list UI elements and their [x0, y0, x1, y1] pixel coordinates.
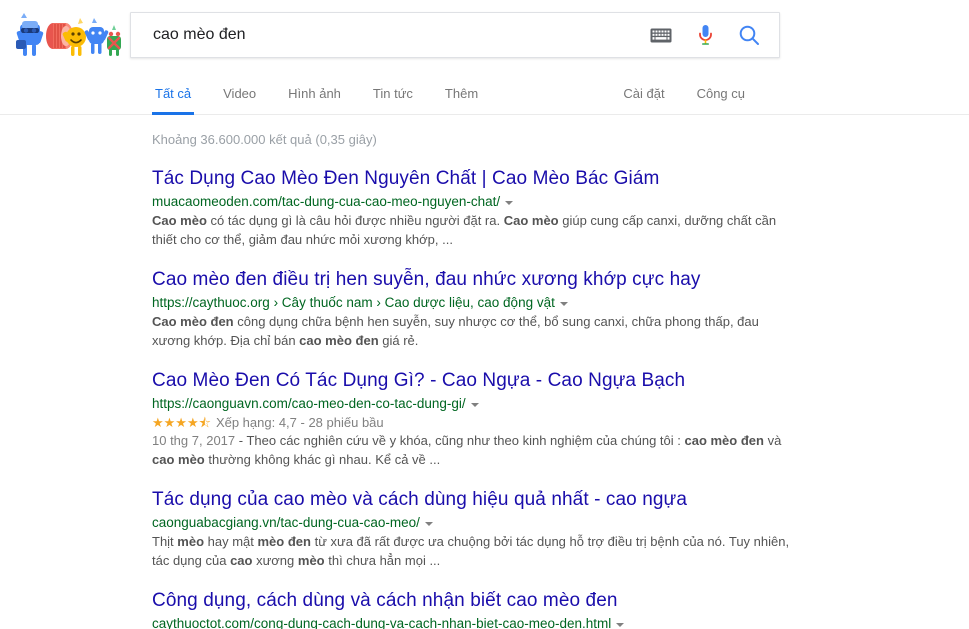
keyboard-glyph [650, 28, 672, 42]
microphone-icon[interactable] [693, 23, 717, 47]
search-nav: Tất cả Video Hình ảnh Tin tức Thêm Cài đ… [0, 78, 969, 115]
results-list: Tác Dụng Cao Mèo Đen Nguyên Chất | Cao M… [152, 167, 792, 629]
search-nav-tabs: Tất cả Video Hình ảnh Tin tức Thêm [139, 78, 494, 115]
chevron-down-icon[interactable] [470, 403, 479, 407]
search-result: Tác Dụng Cao Mèo Đen Nguyên Chất | Cao M… [152, 167, 792, 249]
magnifier-glyph [739, 25, 759, 45]
search-header: Tất cả Video Hình ảnh Tin tức Thêm Cài đ… [0, 0, 969, 115]
doodle-illustration [16, 13, 121, 56]
microphone-glyph [698, 25, 712, 45]
result-url: caonguabacgiang.vn/tac-dung-cua-cao-meo/ [152, 515, 420, 530]
google-doodle-logo[interactable] [8, 10, 126, 64]
tab-news[interactable]: Tin tức [357, 78, 429, 114]
tab-all[interactable]: Tất cả [139, 78, 207, 115]
result-snippet: Thịt mèo hay mật mèo đen từ xưa đã rất đ… [152, 534, 790, 568]
result-url: muacaomeoden.com/tac-dung-cua-cao-meo-ng… [152, 194, 501, 209]
tab-more-label: Thêm [444, 86, 479, 101]
result-title-link[interactable]: Cao Mèo Đen Có Tác Dụng Gì? - Cao Ngựa -… [152, 369, 792, 393]
result-url-line: muacaomeoden.com/tac-dung-cua-cao-meo-ng… [152, 193, 792, 211]
star-rating-icon: ★★★★⯪ [152, 415, 211, 430]
rating-text: Xếp hạng: 4,7 - 28 phiếu bầu [215, 415, 384, 430]
result-url: caythuoctot.com/cong-dung-cach-dung-va-c… [152, 616, 612, 629]
chevron-down-icon[interactable] [424, 522, 433, 526]
search-result: Cao mèo đen điều trị hen suyễn, đau nhức… [152, 268, 792, 350]
result-title-link[interactable]: Công dụng, cách dùng và cách nhận biết c… [152, 589, 792, 613]
search-input[interactable] [131, 15, 649, 55]
tab-video-label: Video [223, 86, 257, 101]
result-title-link[interactable]: Tác dụng của cao mèo và cách dùng hiệu q… [152, 488, 792, 512]
tab-images-label: Hình ảnh [288, 86, 341, 101]
search-nav-right: Cài đặt Công cụ [607, 78, 761, 114]
tools-label: Công cụ [696, 86, 745, 101]
tab-images[interactable]: Hình ảnh [272, 78, 357, 114]
search-result: Công dụng, cách dùng và cách nhận biết c… [152, 589, 792, 629]
search-box[interactable] [130, 12, 780, 58]
results-region: Khoảng 36.600.000 kết quả (0,35 giây) Tá… [0, 115, 969, 629]
tab-all-label: Tất cả [155, 86, 192, 101]
tab-news-label: Tin tức [372, 86, 413, 101]
result-title-link[interactable]: Tác Dụng Cao Mèo Đen Nguyên Chất | Cao M… [152, 167, 792, 191]
result-snippet: Cao mèo đen công dụng chữa bệnh hen suyễ… [152, 314, 759, 348]
search-result: Cao Mèo Đen Có Tác Dụng Gì? - Cao Ngựa -… [152, 369, 792, 469]
settings-label: Cài đặt [623, 86, 665, 101]
result-url: https://caonguavn.com/cao-meo-den-co-tac… [152, 396, 466, 411]
result-url-line: https://caythuoc.org › Cây thuốc nam › C… [152, 294, 792, 312]
result-url-line: https://caonguavn.com/cao-meo-den-co-tac… [152, 395, 792, 413]
result-stats: Khoảng 36.600.000 kết quả (0,35 giây) [152, 132, 377, 147]
keyboard-icon[interactable] [649, 23, 673, 47]
result-rating: ★★★★⯪ Xếp hạng: 4,7 - 28 phiếu bầu [152, 414, 792, 432]
result-url-line: caonguabacgiang.vn/tac-dung-cua-cao-meo/ [152, 514, 792, 532]
chevron-down-icon[interactable] [559, 302, 568, 306]
chevron-down-icon[interactable] [616, 623, 625, 627]
result-snippet: 10 thg 7, 2017 - Theo các nghiên cứu về … [152, 433, 782, 467]
tab-more[interactable]: Thêm [429, 78, 494, 114]
result-title-link[interactable]: Cao mèo đen điều trị hen suyễn, đau nhức… [152, 268, 792, 292]
search-icon[interactable] [737, 23, 761, 47]
google-search-results-page: Tất cả Video Hình ảnh Tin tức Thêm Cài đ… [0, 0, 969, 629]
search-box-actions [649, 23, 779, 47]
chevron-down-icon[interactable] [505, 201, 514, 205]
tab-video[interactable]: Video [207, 78, 272, 114]
search-result: Tác dụng của cao mèo và cách dùng hiệu q… [152, 488, 792, 570]
settings-button[interactable]: Cài đặt [607, 78, 680, 114]
result-snippet: Cao mèo có tác dụng gì là câu hỏi được n… [152, 213, 777, 247]
result-url-line: caythuoctot.com/cong-dung-cach-dung-va-c… [152, 615, 792, 629]
tools-button[interactable]: Công cụ [681, 78, 761, 114]
result-url: https://caythuoc.org › Cây thuốc nam › C… [152, 295, 555, 310]
